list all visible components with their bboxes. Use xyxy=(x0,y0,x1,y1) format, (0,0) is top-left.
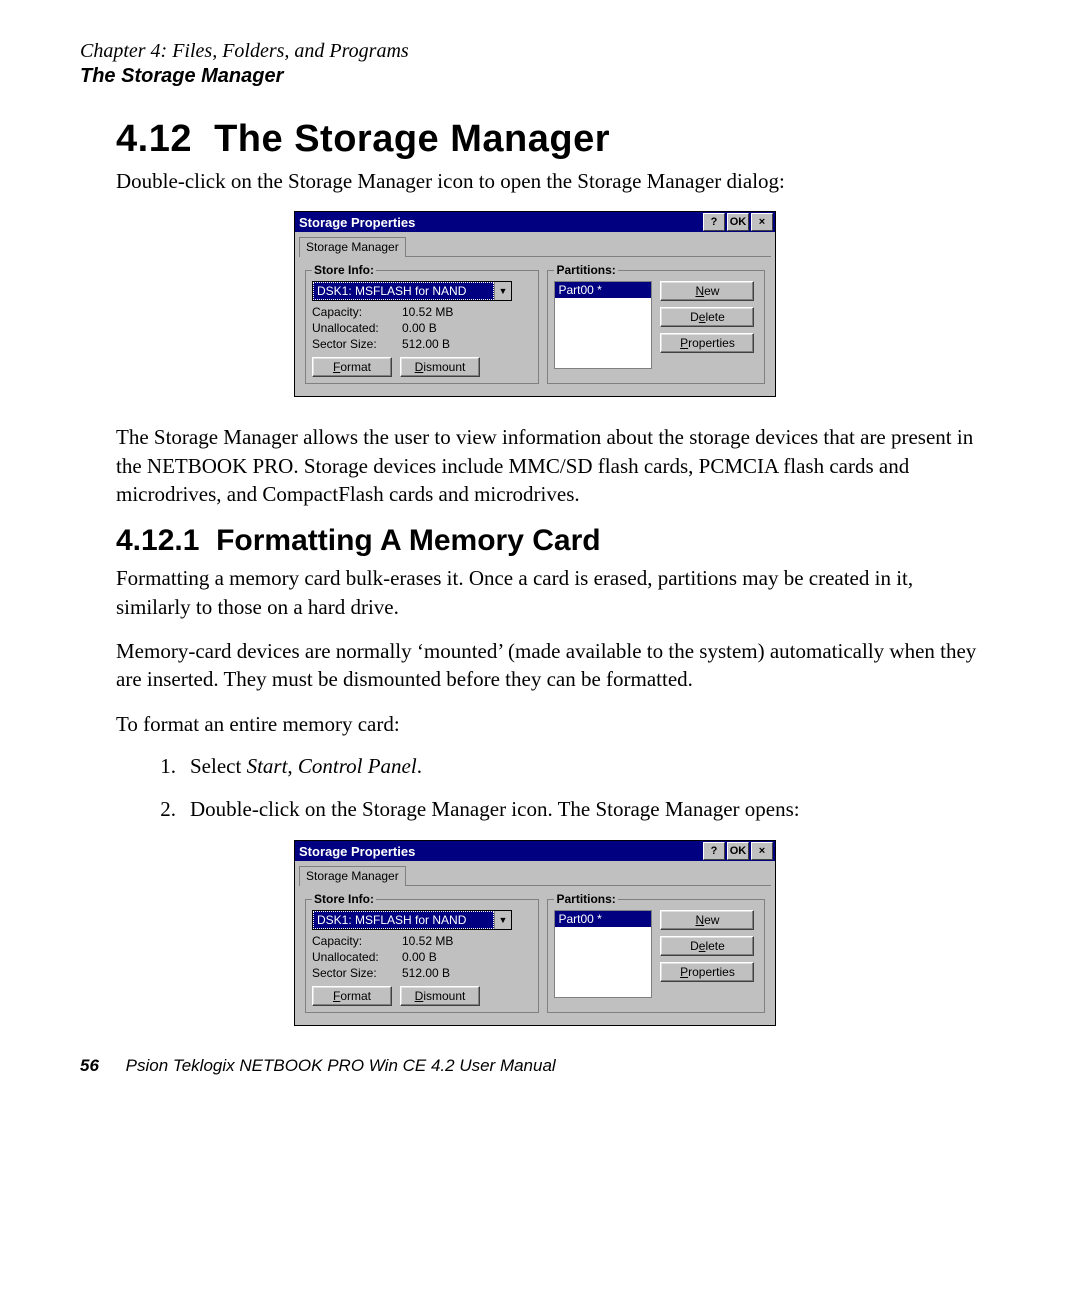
partitions-group: Partitions: Part00 * New Delete Properti… xyxy=(547,892,765,1013)
store-select[interactable]: DSK1: MSFLASH for NAND ▼ xyxy=(312,281,512,301)
dialog-title: Storage Properties xyxy=(299,215,701,230)
storage-properties-dialog: Storage Properties ? OK × Storage Manage… xyxy=(294,840,776,1026)
heading-number: 4.12 xyxy=(116,118,192,160)
sector-size-label: Sector Size: xyxy=(312,337,402,351)
subheading-text: Formatting A Memory Card xyxy=(216,524,600,557)
help-button[interactable]: ? xyxy=(703,213,725,231)
manual-title: Psion Teklogix NETBOOK PRO Win CE 4.2 Us… xyxy=(126,1056,556,1075)
tab-storage-manager[interactable]: Storage Manager xyxy=(299,866,406,886)
properties-button[interactable]: Properties xyxy=(660,333,754,353)
storage-properties-dialog: Storage Properties ? OK × Storage Manage… xyxy=(294,211,776,397)
close-button[interactable]: × xyxy=(751,213,773,231)
store-select[interactable]: DSK1: MSFLASH for NAND ▼ xyxy=(312,910,512,930)
new-button[interactable]: New xyxy=(660,910,754,930)
capacity-value: 10.52 MB xyxy=(402,305,453,319)
section-header: The Storage Manager xyxy=(80,65,990,88)
unallocated-label: Unallocated: xyxy=(312,321,402,335)
store-select-value: DSK1: MSFLASH for NAND xyxy=(313,911,494,929)
tab-panel: Store Info: DSK1: MSFLASH for NAND ▼ Cap… xyxy=(299,256,771,392)
step-1: 1. Select Start, Control Panel. xyxy=(154,754,990,779)
chapter-header: Chapter 4: Files, Folders, and Programs xyxy=(80,40,990,63)
help-button[interactable]: ? xyxy=(703,842,725,860)
new-button[interactable]: New xyxy=(660,281,754,301)
heading-text: The Storage Manager xyxy=(214,118,610,160)
steps-list: 1. Select Start, Control Panel. 2. Doubl… xyxy=(154,754,990,822)
paragraph-1: The Storage Manager allows the user to v… xyxy=(116,423,990,508)
step-text: Double-click on the Storage Manager icon… xyxy=(190,797,990,822)
subheading-number: 4.12.1 xyxy=(116,524,199,557)
page-footer: 56 Psion Teklogix NETBOOK PRO Win CE 4.2… xyxy=(80,1056,990,1076)
partition-list[interactable]: Part00 * xyxy=(554,281,652,369)
dialog-title: Storage Properties xyxy=(299,844,701,859)
format-button[interactable]: Format xyxy=(312,986,392,1006)
close-button[interactable]: × xyxy=(751,842,773,860)
heading-4-12: 4.12 The Storage Manager xyxy=(116,118,990,161)
step-number: 1. xyxy=(154,754,176,779)
dropdown-arrow-icon[interactable]: ▼ xyxy=(494,911,511,929)
dismount-button[interactable]: Dismount xyxy=(400,986,480,1006)
paragraph-3: Memory-card devices are normally ‘mounte… xyxy=(116,637,990,694)
dismount-button[interactable]: Dismount xyxy=(400,357,480,377)
step-text: Select Start, Control Panel. xyxy=(190,754,990,779)
sector-size-value: 512.00 B xyxy=(402,337,450,351)
dropdown-arrow-icon[interactable]: ▼ xyxy=(494,282,511,300)
paragraph-2: Formatting a memory card bulk-erases it.… xyxy=(116,564,990,621)
partitions-legend: Partitions: xyxy=(554,892,617,906)
sector-size-value: 512.00 B xyxy=(402,966,450,980)
partition-item[interactable]: Part00 * xyxy=(555,911,651,927)
properties-button[interactable]: Properties xyxy=(660,962,754,982)
tab-storage-manager[interactable]: Storage Manager xyxy=(299,237,406,257)
store-info-legend: Store Info: xyxy=(312,892,376,906)
delete-button[interactable]: Delete xyxy=(660,936,754,956)
step-number: 2. xyxy=(154,797,176,822)
tabstrip: Storage Manager xyxy=(299,236,771,256)
paragraph-4: To format an entire memory card: xyxy=(116,710,990,738)
tabstrip: Storage Manager xyxy=(299,865,771,885)
partitions-legend: Partitions: xyxy=(554,263,617,277)
unallocated-value: 0.00 B xyxy=(402,950,437,964)
heading-4-12-1: 4.12.1 Formatting A Memory Card xyxy=(116,524,990,558)
step-2: 2. Double-click on the Storage Manager i… xyxy=(154,797,990,822)
partition-item[interactable]: Part00 * xyxy=(555,282,651,298)
intro-paragraph: Double-click on the Storage Manager icon… xyxy=(116,167,990,195)
tab-panel: Store Info: DSK1: MSFLASH for NAND ▼ Cap… xyxy=(299,885,771,1021)
partition-list[interactable]: Part00 * xyxy=(554,910,652,998)
titlebar: Storage Properties ? OK × xyxy=(295,212,775,232)
capacity-value: 10.52 MB xyxy=(402,934,453,948)
ok-button[interactable]: OK xyxy=(727,842,749,860)
storage-properties-screenshot-1: Storage Properties ? OK × Storage Manage… xyxy=(80,211,990,397)
store-select-value: DSK1: MSFLASH for NAND xyxy=(313,282,494,300)
page-number: 56 xyxy=(80,1056,99,1075)
titlebar: Storage Properties ? OK × xyxy=(295,841,775,861)
capacity-label: Capacity: xyxy=(312,305,402,319)
format-button[interactable]: Format xyxy=(312,357,392,377)
ok-button[interactable]: OK xyxy=(727,213,749,231)
store-info-legend: Store Info: xyxy=(312,263,376,277)
unallocated-value: 0.00 B xyxy=(402,321,437,335)
store-info-group: Store Info: DSK1: MSFLASH for NAND ▼ Cap… xyxy=(305,892,539,1013)
delete-button[interactable]: Delete xyxy=(660,307,754,327)
sector-size-label: Sector Size: xyxy=(312,966,402,980)
partitions-group: Partitions: Part00 * New Delete Properti… xyxy=(547,263,765,384)
storage-properties-screenshot-2: Storage Properties ? OK × Storage Manage… xyxy=(80,840,990,1026)
unallocated-label: Unallocated: xyxy=(312,950,402,964)
capacity-label: Capacity: xyxy=(312,934,402,948)
store-info-group: Store Info: DSK1: MSFLASH for NAND ▼ Cap… xyxy=(305,263,539,384)
